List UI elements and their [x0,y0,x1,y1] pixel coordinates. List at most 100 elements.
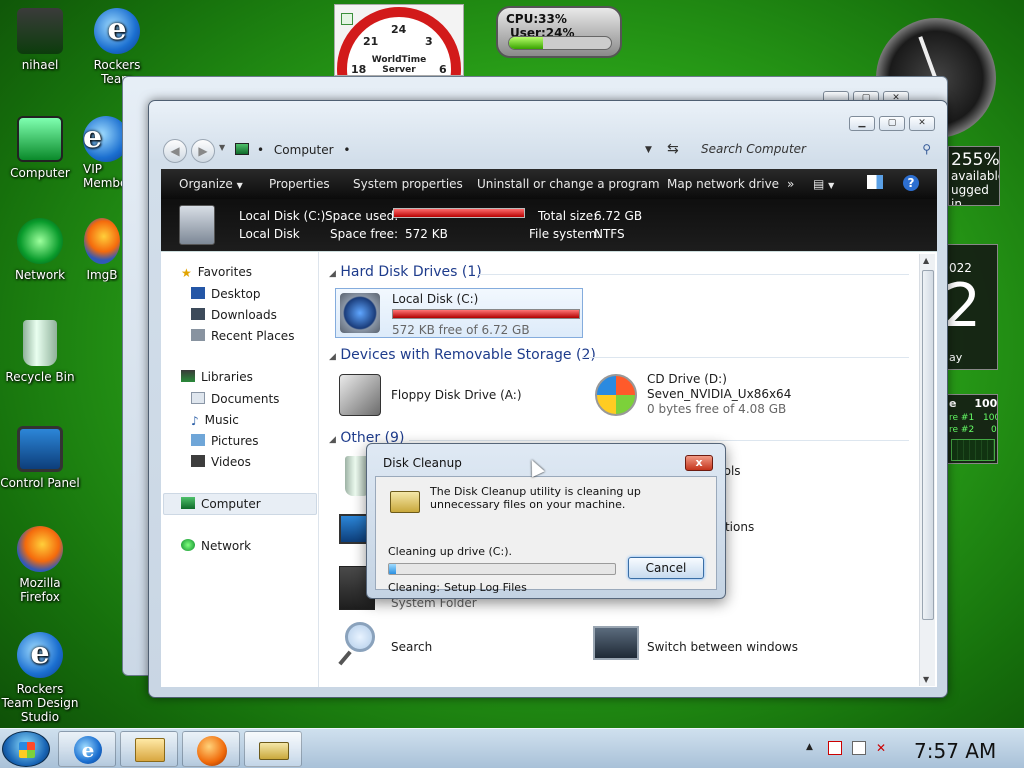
tray-security-icon[interactable] [828,741,842,755]
drive-cd-d[interactable]: CD Drive (D:) Seven_NVIDIA_Ux86x64 0 byt… [593,372,843,420]
clock-hand-icon [918,36,938,81]
properties-button[interactable]: Properties [269,177,330,191]
scrollbar-thumb[interactable] [922,270,934,620]
clock-number: 6 [439,63,447,76]
desktop-icon-vip[interactable]: e VIP Membe [77,116,123,190]
start-button[interactable] [2,731,50,767]
cpu-cores-gadget[interactable]: e 100% re #1 100% re #2 0% [946,394,998,464]
taskbar-media-player-button[interactable] [182,731,240,767]
preview-pane-icon[interactable] [867,175,883,189]
search-icon[interactable]: ⚲ [922,139,931,159]
uninstall-program-button[interactable]: Uninstall or change a program [477,177,660,191]
nav-recent-places[interactable]: Recent Places [191,329,294,343]
file-system-label: File system: [529,227,601,241]
tray-action-center-icon[interactable] [852,741,866,755]
vertical-scrollbar[interactable]: ▲ ▼ [919,254,935,686]
scroll-down-icon[interactable]: ▼ [923,675,929,684]
maximize-button[interactable]: ▢ [879,116,905,131]
scroll-up-icon[interactable]: ▲ [923,256,929,265]
desktop-icon-design-studio[interactable]: e Rockers Team Design Studio [0,632,80,724]
organize-label: Organize [179,177,233,191]
taskbar-clock[interactable]: 7:57 AM [914,739,996,763]
group-divider [479,274,909,275]
nav-pictures[interactable]: Pictures [191,434,259,448]
nav-label: Pictures [211,434,259,448]
desktop-icon-computer[interactable]: Computer [0,116,80,180]
desktop-icon-label: VIP Membe [83,162,123,190]
nav-desktop[interactable]: Desktop [191,287,261,301]
magnifier-handle [338,650,352,666]
cleanup-progress-fill [389,564,396,574]
address-dropdown-icon[interactable]: ▼ [645,145,652,155]
desktop-icon-control-panel[interactable]: Control Panel [0,426,80,490]
item-switch-windows[interactable]: Switch between windows [593,626,843,666]
disk-status-gadget[interactable]: 255% available ugged in [948,146,1000,206]
desktop-icon-firefox[interactable]: Mozilla Firefox [0,526,80,604]
view-options-icon[interactable]: ▤ ▼ [813,177,834,191]
forward-button[interactable]: ▶ [191,139,215,163]
nav-videos[interactable]: Videos [191,455,251,469]
nav-libraries[interactable]: Libraries [181,370,253,384]
cleaning-value: Setup Log Files [444,581,527,594]
nav-label: Favorites [197,265,252,279]
clock-brand: WorldTime Server [371,55,427,75]
nav-label: Libraries [201,370,253,384]
nav-favorites[interactable]: ★ Favorites [181,265,252,280]
drive-local-disk-c[interactable]: Local Disk (C:) 572 KB free of 6.72 GB [335,288,583,338]
computer-icon [17,116,63,162]
disk-cleanup-icon [390,491,420,513]
desktop-icon-recycle-bin[interactable]: Recycle Bin [0,320,80,384]
group-removable-storage[interactable]: ◢ Devices with Removable Storage (2) [329,347,596,363]
cleaning-label: Cleaning: [388,581,440,594]
dialog-close-button[interactable]: x [685,455,713,471]
meter-title: e 100% [949,397,997,410]
taskbar-disk-cleanup-button[interactable] [244,731,302,767]
taskbar-ie-button[interactable]: e [58,731,116,767]
show-hidden-icons-icon[interactable]: ▲ [806,742,813,752]
nav-network[interactable]: Network [181,539,251,553]
desktop-icon-label: Recycle Bin [5,370,75,384]
history-dropdown-icon[interactable]: ▼ [219,143,225,152]
desktop-icon-rockers-team[interactable]: e Rockers Team [77,8,157,86]
breadcrumb-computer[interactable]: Computer [274,143,334,157]
nav-label: Downloads [211,308,277,322]
back-button[interactable]: ◀ [163,139,187,163]
nav-computer[interactable]: Computer [181,497,261,511]
dialog-body: The Disk Cleanup utility is cleaning up … [375,476,717,594]
desktop-icon [191,287,205,299]
clock-number: 3 [425,35,433,48]
group-label: Hard Disk Drives (1) [340,264,482,280]
nav-downloads[interactable]: Downloads [191,308,277,322]
search-input[interactable]: Search Computer ⚲ [697,139,937,161]
desktop-icon-user[interactable]: nihael [0,8,80,72]
space-used-label: Space used: [325,209,399,223]
explorer-window[interactable]: ▁ ▢ ✕ ◀ ▶ ▼ • Computer • ▼ ⇆ Search Comp… [148,100,948,698]
dialog-message: The Disk Cleanup utility is cleaning up … [430,485,641,511]
help-icon[interactable]: ? [903,175,919,191]
drive-floppy-a[interactable]: Floppy Disk Drive (A:) [337,372,557,420]
details-name: Local Disk (C:) [239,209,326,223]
music-icon: ♪ [191,414,199,428]
group-hard-disk-drives[interactable]: ◢ Hard Disk Drives (1) [329,264,482,280]
desktop-icon-network[interactable]: Network [0,218,80,282]
nav-music[interactable]: ♪ Music [191,413,239,428]
map-network-drive-button[interactable]: Map network drive [667,177,779,191]
taskbar-explorer-button[interactable] [120,731,178,767]
cancel-button[interactable]: Cancel [628,557,704,579]
close-button[interactable]: ✕ [909,116,935,131]
system-properties-button[interactable]: System properties [353,177,463,191]
calendar-gadget[interactable]: 022 2 ay [946,244,998,370]
dialog-title: Disk Cleanup [383,456,462,470]
disk-cleanup-dialog[interactable]: Disk Cleanup x The Disk Cleanup utility … [366,443,726,599]
nav-documents[interactable]: Documents [191,392,279,406]
desktop-icon-imgb[interactable]: ImgB [80,218,124,282]
address-bar[interactable]: • Computer • [257,141,677,161]
more-commands-button[interactable]: » [787,177,794,191]
minimize-button[interactable]: ▁ [849,116,875,131]
worldtime-clock-gadget[interactable]: 24 21 3 18 6 WorldTime Server [334,4,464,76]
tray-volume-icon[interactable]: ✕ [876,741,890,755]
cpu-meter-gadget[interactable]: CPU:33% User:24% [496,6,622,58]
organize-menu[interactable]: Organize ▼ [179,177,243,191]
refresh-icon[interactable]: ⇆ [667,141,679,157]
item-search[interactable]: Search [338,620,499,668]
